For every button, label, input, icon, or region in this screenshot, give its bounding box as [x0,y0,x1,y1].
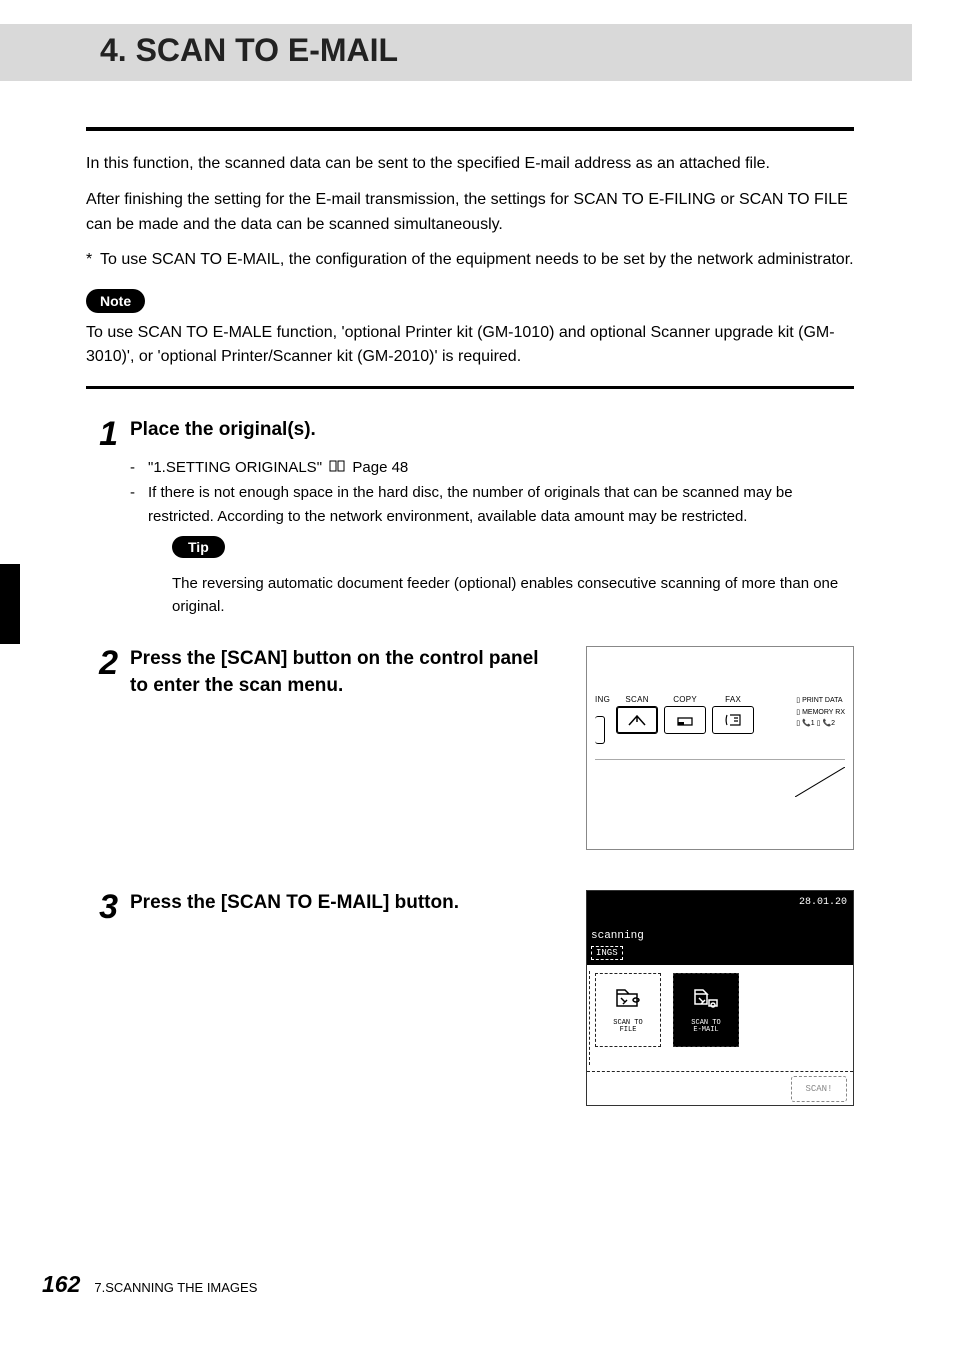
step-item: - "1.SETTING ORIGINALS" Page 48 [130,456,854,480]
step-number: 2 [86,646,130,680]
screen-left-border [589,971,591,1065]
page-number: 162 [42,1271,80,1298]
step-1: 1 Place the original(s). - "1.SETTING OR… [86,417,854,624]
panel-led-indicators: ▯ PRINT DATA ▯ MEMORY RX ▯ 📞1 ▯ 📞2 [796,695,845,729]
book-icon [329,456,345,479]
screen-date: 28.01.20 [591,895,847,908]
scan-to-file-button[interactable]: SCAN TO FILE [595,973,661,1047]
screen-status-text: scanning [591,908,847,942]
panel-divider [595,759,845,760]
step-number: 1 [86,417,130,451]
side-tab-marker [0,564,20,644]
divider-top [86,127,854,131]
scan-execute-button[interactable]: SCAN! [791,1076,847,1102]
intro-paragraph-2: After finishing the setting for the E-ma… [86,187,854,238]
dash-icon: - [130,481,148,528]
step-item-suffix: Page 48 [352,459,408,476]
step-2-row: 2 Press the [SCAN] button on the control… [86,646,854,850]
chapter-header: 4. SCAN TO E-MAIL [0,24,912,81]
scan-file-icon [613,986,643,1016]
step-heading: Place the original(s). [130,417,854,444]
scan-email-icon [691,986,721,1016]
footer-chapter-title: 7.SCANNING THE IMAGES [94,1280,257,1295]
panel-callout-line [795,767,845,797]
chapter-title: 4. SCAN TO E-MAIL [42,32,870,69]
step-heading: Press the [SCAN] button on the control p… [130,646,560,699]
panel-label-fax: FAX [712,695,754,704]
panel-label-scan: SCAN [616,695,658,704]
step-item: - If there is not enough space in the ha… [130,481,854,528]
scan-to-file-label: SCAN TO FILE [613,1020,642,1035]
intro-bullet: * To use SCAN TO E-MAIL, the configurati… [86,248,854,273]
panel-copy-button[interactable] [664,706,706,734]
divider-bottom [86,386,854,389]
intro-bullet-text: To use SCAN TO E-MAIL, the configuration… [100,248,854,273]
tip-text: The reversing automatic document feeder … [172,572,854,619]
panel-fax-button[interactable] [712,706,754,734]
step-heading: Press the [SCAN TO E-MAIL] button. [130,890,560,917]
scan-to-email-label: SCAN TO E-MAIL [691,1020,720,1035]
dash-icon: - [130,456,148,480]
step-number: 3 [86,890,130,924]
scan-to-email-button[interactable]: SCAN TO E-MAIL [673,973,739,1047]
touch-screen-figure: 28.01.20 scanning INGS SCAN TO FILE [586,890,854,1106]
screen-ings-button[interactable]: INGS [591,946,623,960]
page-footer: 162 7.SCANNING THE IMAGES [42,1271,257,1298]
tip-badge: Tip [172,536,225,558]
step-3-row: 3 Press the [SCAN TO E-MAIL] button. 28.… [86,890,854,1106]
note-text: To use SCAN TO E-MALE function, 'optiona… [86,321,854,371]
panel-scan-button[interactable] [616,706,658,734]
step-item-prefix: "1.SETTING ORIGINALS" [148,459,322,476]
panel-cut-button [595,716,605,744]
panel-label-copy: COPY [664,695,706,704]
asterisk-icon: * [86,248,100,273]
note-badge: Note [86,289,145,313]
panel-label-ing: ING [595,695,610,704]
intro-paragraph-1: In this function, the scanned data can b… [86,151,854,177]
control-panel-figure: ING SCAN COPY [586,646,854,850]
step-item-text: If there is not enough space in the hard… [148,481,854,528]
